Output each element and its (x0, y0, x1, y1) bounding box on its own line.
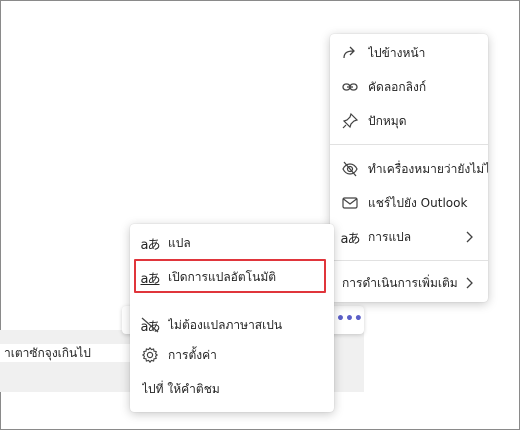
more-options-button[interactable]: ••• (336, 310, 363, 330)
menu-item-label: การดำเนินการเพิ่มเติม (342, 275, 458, 290)
translate-icon: aあ (140, 237, 161, 253)
menu-divider (330, 144, 488, 145)
forward-icon (340, 43, 360, 63)
menu-item-mark-unread[interactable]: ทำเครื่องหมายว่ายังไม่ได้อ่าน (330, 152, 488, 186)
menu-item-more-actions[interactable]: การดำเนินการเพิ่มเติม (330, 266, 488, 300)
menu-item-label: ปักหมุด (368, 113, 407, 128)
chevron-right-icon (460, 277, 478, 289)
menu-item-translate[interactable]: aあ การแปล (330, 220, 488, 254)
menu-item-copy-link[interactable]: คัดลอกลิงก์ (330, 70, 488, 104)
highlight-box (134, 259, 326, 293)
settings-icon (140, 345, 160, 365)
menu-divider (330, 260, 488, 261)
message-context-menu: ไปข้างหน้า คัดลอกลิงก์ ปักหมุด ทำเครื่อง… (330, 34, 488, 302)
submenu-item-translate[interactable]: aあ แปล (130, 226, 334, 260)
submenu-item-feedback[interactable]: ไปที่ ให้คำติชม (130, 372, 334, 406)
menu-item-label: ทำเครื่องหมายว่ายังไม่ได้อ่าน (368, 161, 488, 176)
eye-off-icon (340, 159, 360, 179)
menu-item-label: ไปข้างหน้า (368, 45, 426, 60)
menu-item-share-outlook[interactable]: แชร์ไปยัง Outlook (330, 186, 488, 220)
menu-item-label: การแปล (368, 229, 412, 244)
no-translate-icon: aあ (140, 317, 160, 335)
translate-icon: aあ (340, 231, 361, 247)
chevron-right-icon (460, 231, 478, 243)
menu-item-forward[interactable]: ไปข้างหน้า (330, 36, 488, 70)
submenu-item-label: การตั้งค่า (168, 347, 217, 362)
submenu-item-dont-translate[interactable]: aあ ไม่ต้องแปลภาษาสเปน (130, 308, 334, 342)
menu-item-label: คัดลอกลิงก์ (368, 79, 427, 94)
chat-message-text: าเตาซักจุงเกินไป (0, 344, 132, 362)
submenu-item-label: ไปที่ ให้คำติชม (142, 381, 220, 396)
menu-item-label: แชร์ไปยัง Outlook (368, 195, 468, 210)
submenu-item-label: แปล (168, 235, 191, 250)
pin-icon (340, 111, 360, 131)
submenu-item-label: ไม่ต้องแปลภาษาสเปน (168, 317, 283, 332)
translation-submenu: aあ แปล aあ เปิดการแปลอัตโนมัติ aあ ไม่ต้อง… (130, 224, 334, 412)
submenu-item-settings[interactable]: การตั้งค่า (130, 338, 334, 372)
mail-icon (340, 193, 360, 213)
link-icon (340, 77, 360, 97)
menu-item-pin[interactable]: ปักหมุด (330, 104, 488, 138)
